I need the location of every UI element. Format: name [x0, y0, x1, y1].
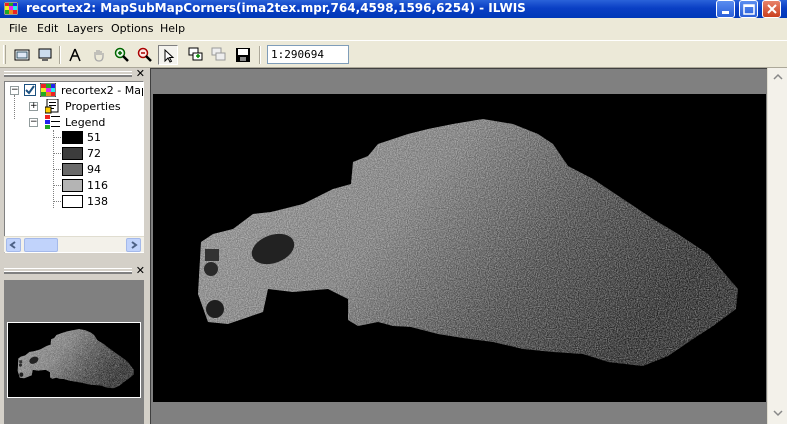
properties-label[interactable]: Properties [65, 100, 121, 113]
zoom-out-icon [137, 47, 152, 62]
arrow-pointer-icon [164, 48, 175, 63]
entire-map-button[interactable] [12, 45, 32, 65]
properties-icon [45, 99, 59, 114]
chevron-down-icon [773, 410, 783, 417]
collapse-icon[interactable]: − [10, 86, 19, 95]
tree-line [53, 201, 61, 202]
menu-bar: File Edit Layers Options Help [0, 18, 787, 40]
zoom-in-icon [114, 47, 129, 62]
menu-options[interactable]: Options [111, 22, 153, 35]
minimize-button[interactable] [716, 0, 735, 18]
overview-map-thumbnail[interactable] [7, 322, 141, 398]
chevron-left-icon [9, 241, 16, 249]
entire-map-icon [14, 49, 30, 61]
tree-line [53, 153, 61, 154]
legend-item-label: 72 [87, 147, 101, 160]
toolbar-separator [59, 46, 61, 64]
menu-help[interactable]: Help [160, 22, 185, 35]
layer-pane-header: ✕ [4, 67, 145, 80]
toolbar-grip[interactable] [3, 45, 6, 64]
scroll-up-button[interactable] [770, 70, 786, 86]
expand-icon[interactable]: + [29, 102, 38, 111]
compass-icon [69, 48, 81, 62]
toolbar: 1:290694 [0, 40, 787, 68]
layer-tree: − recortex2 - MapS + Properties − Legend [4, 81, 144, 253]
close-icon [767, 4, 777, 14]
chevron-up-icon [773, 73, 783, 80]
legend-label[interactable]: Legend [65, 116, 105, 129]
monitor-icon [38, 48, 52, 61]
layer-management-pane: ✕ − recortex2 - MapS + Properties − [0, 67, 148, 424]
layer-visible-checkbox[interactable] [24, 84, 36, 96]
select-pointer-button[interactable] [158, 45, 178, 65]
legend-swatch [62, 131, 83, 144]
raster-map-icon [40, 83, 56, 97]
legend-swatch [62, 163, 83, 176]
measure-distance-button[interactable] [65, 45, 85, 65]
window-title: recortex2: MapSubMapCorners(ima2tex.mpr,… [26, 1, 526, 15]
hand-icon [94, 50, 104, 62]
overview-pane-close-icon[interactable]: ✕ [136, 264, 145, 277]
tree-line [53, 137, 61, 138]
scale-input[interactable]: 1:290694 [267, 45, 349, 64]
tree-line [53, 169, 61, 170]
pan-button[interactable] [89, 45, 109, 65]
collapse-legend-icon[interactable]: − [29, 118, 38, 127]
scroll-left-button[interactable] [6, 238, 21, 252]
legend-swatch [62, 195, 83, 208]
tree-line [14, 95, 15, 119]
legend-item-label: 51 [87, 131, 101, 144]
tree-line [53, 185, 61, 186]
add-layer-icon [188, 47, 203, 61]
scroll-right-button[interactable] [126, 238, 141, 252]
minimize-icon [722, 11, 729, 14]
map-vertical-scrollbar[interactable] [767, 68, 787, 424]
title-bar: recortex2: MapSubMapCorners(ima2tex.mpr,… [0, 0, 787, 18]
legend-item-label: 94 [87, 163, 101, 176]
maximize-button[interactable] [739, 0, 758, 18]
menu-file[interactable]: File [9, 22, 27, 35]
checkmark-icon [25, 85, 35, 95]
zoom-in-button[interactable] [112, 45, 132, 65]
toolbar-separator [259, 46, 261, 64]
layer-root-label[interactable]: recortex2 - MapS [61, 84, 143, 97]
legend-swatch [62, 179, 83, 192]
normal-view-button[interactable] [35, 45, 55, 65]
scroll-down-button[interactable] [770, 406, 786, 422]
zoom-out-button[interactable] [135, 45, 155, 65]
raster-map-image [153, 94, 766, 402]
legend-item-label: 116 [87, 179, 108, 192]
save-view-button[interactable] [233, 45, 253, 65]
maximize-icon [743, 4, 755, 15]
legend-item-label: 138 [87, 195, 108, 208]
close-button[interactable] [762, 0, 781, 18]
remove-layer-button[interactable] [209, 45, 229, 65]
remove-layer-icon [211, 47, 226, 61]
tree-horizontal-scrollbar[interactable] [4, 236, 144, 252]
menu-edit[interactable]: Edit [37, 22, 58, 35]
overview-pane-header: ✕ [4, 264, 145, 277]
menu-layers[interactable]: Layers [67, 22, 103, 35]
pane-grip [4, 71, 132, 77]
add-layer-button[interactable] [186, 45, 206, 65]
save-disk-icon [236, 48, 250, 62]
map-view-frame [150, 68, 767, 424]
overview-window [4, 280, 144, 424]
pane-grip [4, 268, 132, 274]
overview-raster-shape [8, 323, 140, 397]
legend-swatch [62, 147, 83, 160]
map-canvas[interactable] [153, 94, 766, 402]
scroll-thumb[interactable] [24, 238, 58, 252]
ilwis-app-icon [4, 2, 18, 15]
chevron-right-icon [131, 241, 138, 249]
layer-pane-close-icon[interactable]: ✕ [136, 67, 145, 80]
legend-icon [45, 115, 60, 129]
